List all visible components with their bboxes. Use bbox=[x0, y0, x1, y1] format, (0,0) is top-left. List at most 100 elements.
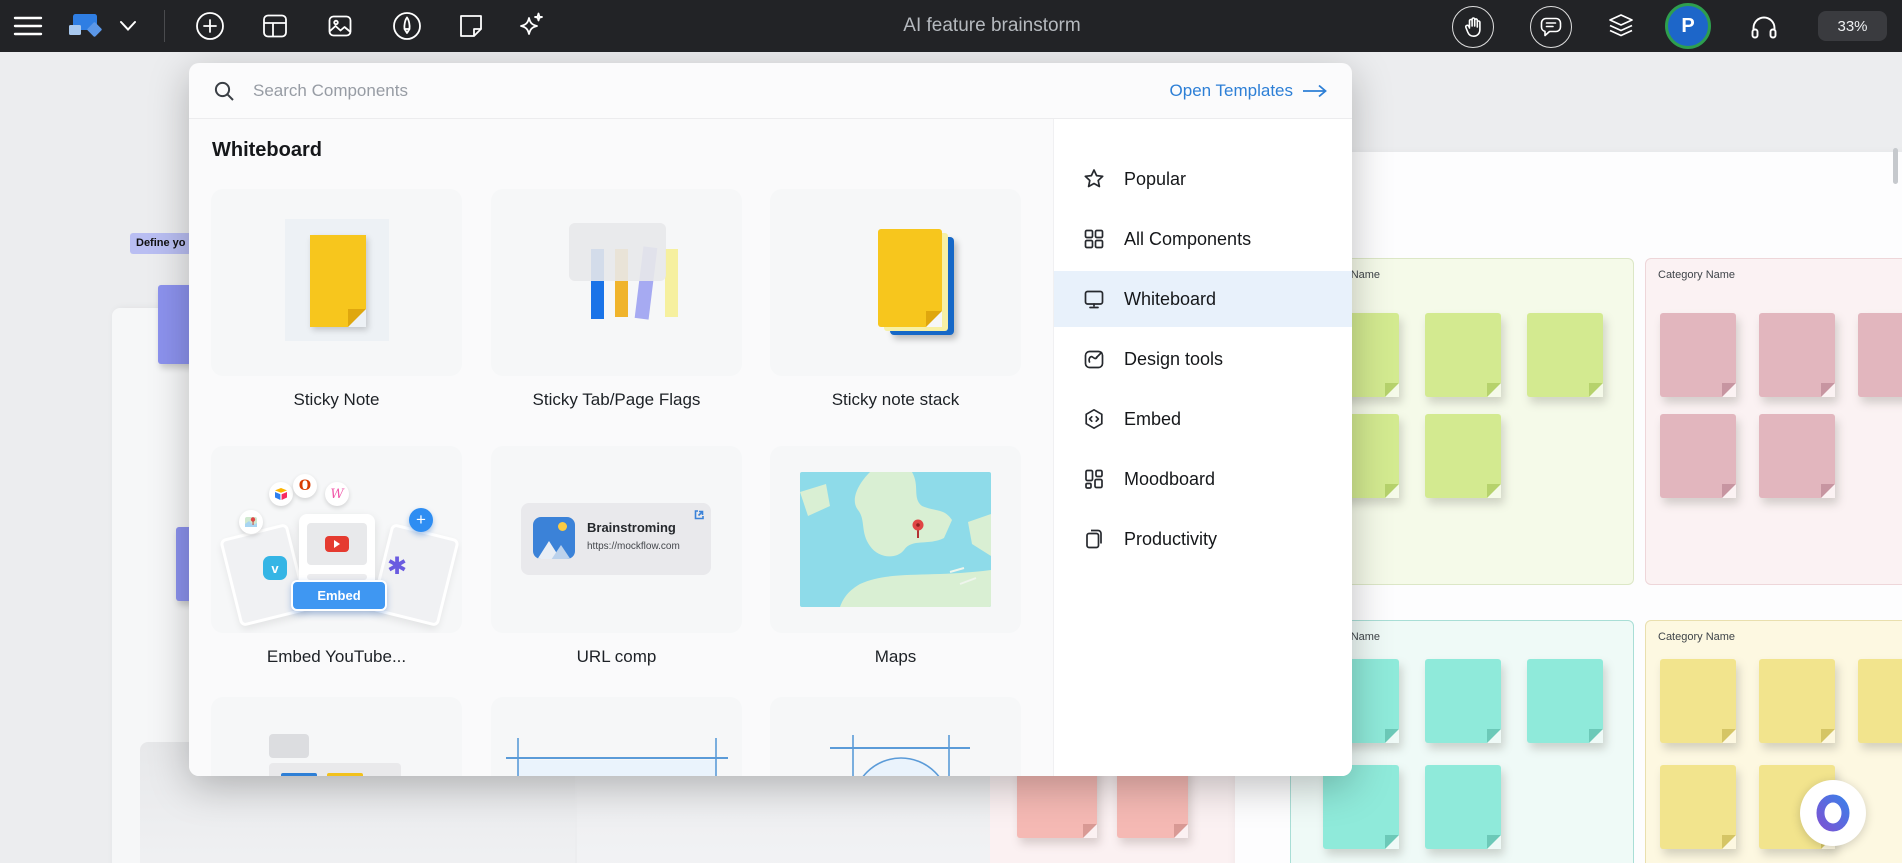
category-board-yellow[interactable]: Category Name bbox=[1645, 620, 1902, 863]
sticky-note[interactable] bbox=[1660, 414, 1736, 498]
sticky-note[interactable] bbox=[1660, 313, 1736, 397]
open-templates-link[interactable]: Open Templates bbox=[1170, 81, 1328, 101]
document-title[interactable]: AI feature brainstorm bbox=[903, 15, 1080, 37]
whiteboard-icon bbox=[1082, 287, 1106, 311]
category-board-pink[interactable]: Category Name bbox=[1645, 258, 1902, 585]
toolbar: AI feature brainstorm P 33% bbox=[0, 0, 1902, 52]
zoom-level-badge[interactable]: 33% bbox=[1818, 11, 1887, 41]
category-design-tools[interactable]: Design tools bbox=[1054, 331, 1352, 387]
menu-icon bbox=[13, 14, 43, 38]
url-card-url: https://mockflow.com bbox=[587, 541, 680, 552]
component-card-embed-youtube[interactable]: v ✱ O bbox=[211, 446, 462, 633]
arrow-right-icon bbox=[1302, 84, 1328, 98]
sticky-note[interactable] bbox=[1425, 659, 1501, 743]
component-card-partial-1[interactable] bbox=[211, 697, 462, 776]
category-productivity[interactable]: Productivity bbox=[1054, 511, 1352, 567]
image-button[interactable] bbox=[324, 10, 356, 42]
sticky-note[interactable] bbox=[1858, 313, 1902, 397]
headphones-icon bbox=[1749, 12, 1779, 40]
map-art bbox=[800, 472, 991, 607]
draw-button[interactable] bbox=[391, 10, 423, 42]
card-label: Embed YouTube... bbox=[211, 647, 462, 667]
asterisk-icon: ✱ bbox=[387, 552, 407, 581]
sticky-note[interactable] bbox=[1759, 659, 1835, 743]
canvas-scrollbar-thumb[interactable] bbox=[1893, 148, 1898, 184]
sticky-note[interactable] bbox=[1660, 659, 1736, 743]
component-card-sticky-stack[interactable] bbox=[770, 189, 1021, 376]
maps-badge-icon bbox=[239, 510, 263, 534]
layers-button[interactable] bbox=[1605, 10, 1637, 42]
card-label: Sticky Tab/Page Flags bbox=[491, 390, 742, 410]
category-label: Productivity bbox=[1124, 529, 1217, 550]
sticky-note[interactable] bbox=[1858, 659, 1902, 743]
category-all-components[interactable]: All Components bbox=[1054, 211, 1352, 267]
app-logo[interactable] bbox=[64, 10, 108, 42]
search-input[interactable] bbox=[251, 80, 1170, 102]
menu-button[interactable] bbox=[12, 10, 44, 42]
add-component-button[interactable] bbox=[194, 10, 226, 42]
sticky-note[interactable] bbox=[1527, 313, 1603, 397]
category-embed[interactable]: Embed bbox=[1054, 391, 1352, 447]
open-templates-label: Open Templates bbox=[1170, 81, 1293, 101]
sticky-note[interactable] bbox=[1425, 313, 1501, 397]
add-badge-icon: + bbox=[409, 508, 433, 532]
category-popular[interactable]: Popular bbox=[1054, 151, 1352, 207]
layers-icon bbox=[1605, 10, 1637, 42]
components-grid: Whiteboard Sticky Note bbox=[189, 119, 1054, 776]
template-button[interactable] bbox=[259, 10, 291, 42]
category-sidebar: Popular All Components Whiteboard Design… bbox=[1053, 119, 1352, 776]
search-row: Open Templates bbox=[189, 63, 1352, 119]
stack-yellow-note bbox=[878, 229, 942, 327]
sticky-note-button[interactable] bbox=[455, 10, 487, 42]
pan-tool-button[interactable] bbox=[1452, 6, 1494, 48]
component-card-sticky-note[interactable] bbox=[211, 189, 462, 376]
youtube-play-icon bbox=[325, 536, 349, 552]
airtable-badge-icon bbox=[269, 482, 293, 506]
grid-icon bbox=[1082, 227, 1106, 251]
category-label: Design tools bbox=[1124, 349, 1223, 370]
office-badge-icon: O bbox=[293, 474, 317, 498]
card-label: Maps bbox=[770, 647, 1021, 667]
tab-pale bbox=[665, 249, 678, 317]
add-icon bbox=[194, 10, 226, 42]
star-icon bbox=[1082, 167, 1106, 191]
components-panel: Open Templates Whiteboard Sticky Note bbox=[189, 63, 1352, 776]
category-moodboard[interactable]: Moodboard bbox=[1054, 451, 1352, 507]
sticky-note[interactable] bbox=[1425, 765, 1501, 849]
writer-badge-icon: W bbox=[325, 482, 349, 506]
sticky-note[interactable] bbox=[1425, 414, 1501, 498]
component-card-partial-3[interactable] bbox=[770, 697, 1021, 776]
board-header: Category Name bbox=[1646, 259, 1902, 292]
sticky-note[interactable] bbox=[1527, 659, 1603, 743]
category-whiteboard[interactable]: Whiteboard bbox=[1054, 271, 1352, 327]
audio-button[interactable] bbox=[1748, 10, 1780, 42]
o-ring-logo-icon bbox=[1814, 794, 1852, 832]
card-label: URL comp bbox=[491, 647, 742, 667]
sticky-note[interactable] bbox=[1660, 765, 1736, 849]
category-label: Whiteboard bbox=[1124, 289, 1216, 310]
embed-button: Embed bbox=[291, 580, 387, 611]
opera-logo[interactable] bbox=[1800, 780, 1866, 846]
draw-icon bbox=[391, 10, 423, 42]
search-icon bbox=[213, 80, 235, 102]
avatar[interactable]: P bbox=[1665, 3, 1711, 49]
design-tools-icon bbox=[1082, 347, 1106, 371]
tab-holder bbox=[569, 223, 666, 281]
avatar-initial: P bbox=[1681, 15, 1694, 38]
sticky-note[interactable] bbox=[1759, 313, 1835, 397]
sticky-note[interactable] bbox=[1759, 414, 1835, 498]
chevron-down-icon bbox=[119, 20, 137, 32]
comments-button[interactable] bbox=[1530, 6, 1572, 48]
component-card-sticky-tabs[interactable] bbox=[491, 189, 742, 376]
sticky-note[interactable] bbox=[1323, 765, 1399, 849]
component-card-url[interactable]: Brainstroming https://mockflow.com bbox=[491, 446, 742, 633]
workspace-switcher[interactable] bbox=[116, 10, 140, 42]
component-card-maps[interactable] bbox=[770, 446, 1021, 633]
category-label: Moodboard bbox=[1124, 469, 1215, 490]
card-label: Sticky Note bbox=[211, 390, 462, 410]
url-card-title: Brainstroming bbox=[587, 520, 676, 535]
ai-assistant-button[interactable] bbox=[515, 10, 547, 42]
sticky-note-art bbox=[310, 235, 366, 327]
toolbar-divider bbox=[164, 10, 165, 42]
component-card-partial-2[interactable] bbox=[491, 697, 742, 776]
